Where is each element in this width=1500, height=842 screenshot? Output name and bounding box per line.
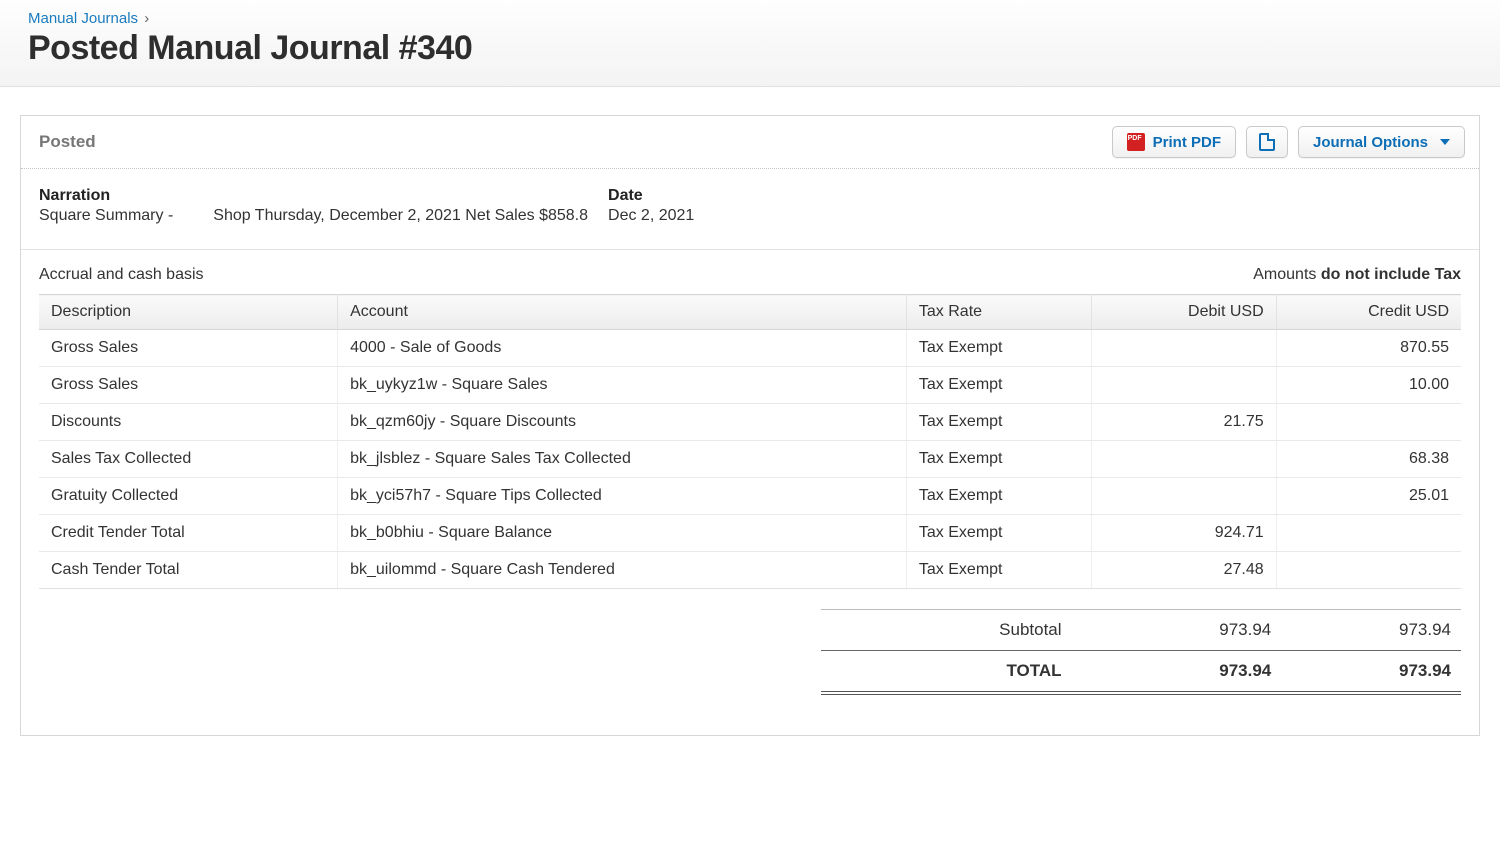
- narration-prefix: Square Summary -: [39, 207, 173, 225]
- col-credit: Credit USD: [1276, 295, 1461, 330]
- cell-description: Gratuity Collected: [39, 478, 338, 515]
- table-row: Cash Tender Totalbk_uilommd - Square Cas…: [39, 552, 1461, 589]
- cell-tax_rate: Tax Exempt: [906, 367, 1091, 404]
- cell-debit: [1091, 330, 1276, 367]
- panel-actions: Print PDF Journal Options: [1112, 126, 1465, 158]
- cell-debit: 27.48: [1091, 552, 1276, 589]
- col-description: Description: [39, 295, 338, 330]
- chevron-down-icon: [1440, 139, 1450, 145]
- cell-description: Cash Tender Total: [39, 552, 338, 589]
- cell-credit: 68.38: [1276, 441, 1461, 478]
- cell-account: bk_yci57h7 - Square Tips Collected: [338, 478, 907, 515]
- col-tax-rate: Tax Rate: [906, 295, 1091, 330]
- cell-credit: [1276, 552, 1461, 589]
- page-header: Manual Journals › Posted Manual Journal …: [0, 0, 1500, 87]
- cell-tax_rate: Tax Exempt: [906, 330, 1091, 367]
- totals-block: Subtotal 973.94 973.94 TOTAL 973.94 973.…: [39, 609, 1461, 695]
- subtotal-debit: 973.94: [1102, 610, 1282, 651]
- cell-tax_rate: Tax Exempt: [906, 441, 1091, 478]
- journal-panel: Posted Print PDF Journal Options Narrati…: [20, 115, 1480, 736]
- cell-credit: [1276, 404, 1461, 441]
- lines-table-wrap: Description Account Tax Rate Debit USD C…: [21, 294, 1479, 589]
- tax-note-bold: do not include Tax: [1321, 266, 1461, 283]
- table-row: Gratuity Collectedbk_yci57h7 - Square Ti…: [39, 478, 1461, 515]
- journal-options-label: Journal Options: [1313, 134, 1428, 151]
- table-header-row: Description Account Tax Rate Debit USD C…: [39, 295, 1461, 330]
- tax-note-prefix: Amounts: [1253, 266, 1321, 283]
- date-value: Dec 2, 2021: [608, 207, 694, 225]
- page-title: Posted Manual Journal #340: [28, 29, 1472, 68]
- cell-credit: 25.01: [1276, 478, 1461, 515]
- cell-account: bk_uykyz1w - Square Sales: [338, 367, 907, 404]
- cell-description: Gross Sales: [39, 330, 338, 367]
- date-block: Date Dec 2, 2021: [608, 187, 694, 225]
- table-row: Sales Tax Collectedbk_jlsblez - Square S…: [39, 441, 1461, 478]
- col-account: Account: [338, 295, 907, 330]
- basis-row: Accrual and cash basis Amounts do not in…: [21, 250, 1479, 294]
- total-row: TOTAL 973.94 973.94: [821, 651, 1461, 694]
- note-icon: [1259, 133, 1275, 151]
- cell-description: Credit Tender Total: [39, 515, 338, 552]
- col-debit: Debit USD: [1091, 295, 1276, 330]
- narration-detail: Shop Thursday, December 2, 2021 Net Sale…: [213, 207, 588, 225]
- breadcrumb: Manual Journals ›: [28, 10, 1472, 27]
- status-badge: Posted: [39, 132, 96, 152]
- lines-table: Description Account Tax Rate Debit USD C…: [39, 294, 1461, 589]
- cell-tax_rate: Tax Exempt: [906, 478, 1091, 515]
- journal-options-button[interactable]: Journal Options: [1298, 126, 1465, 158]
- subtotal-row: Subtotal 973.94 973.94: [821, 610, 1461, 651]
- pdf-icon: [1127, 133, 1145, 151]
- date-label: Date: [608, 187, 694, 205]
- cell-tax_rate: Tax Exempt: [906, 515, 1091, 552]
- cell-account: bk_qzm60jy - Square Discounts: [338, 404, 907, 441]
- cell-credit: 10.00: [1276, 367, 1461, 404]
- cell-description: Gross Sales: [39, 367, 338, 404]
- cell-description: Discounts: [39, 404, 338, 441]
- tax-note: Amounts do not include Tax: [1253, 266, 1461, 284]
- cell-description: Sales Tax Collected: [39, 441, 338, 478]
- subtotal-credit: 973.94: [1281, 610, 1461, 651]
- breadcrumb-separator: ›: [144, 10, 149, 27]
- cell-debit: [1091, 367, 1276, 404]
- panel-top-bar: Posted Print PDF Journal Options: [21, 116, 1479, 169]
- table-row: Credit Tender Totalbk_b0bhiu - Square Ba…: [39, 515, 1461, 552]
- cell-debit: [1091, 478, 1276, 515]
- totals-table: Subtotal 973.94 973.94 TOTAL 973.94 973.…: [821, 609, 1461, 695]
- cell-account: 4000 - Sale of Goods: [338, 330, 907, 367]
- total-label: TOTAL: [821, 651, 1102, 694]
- table-row: Gross Sales4000 - Sale of GoodsTax Exemp…: [39, 330, 1461, 367]
- cell-tax_rate: Tax Exempt: [906, 552, 1091, 589]
- print-pdf-button[interactable]: Print PDF: [1112, 126, 1236, 158]
- breadcrumb-parent-link[interactable]: Manual Journals: [28, 10, 138, 27]
- cell-debit: 21.75: [1091, 404, 1276, 441]
- meta-row: Narration Square Summary - Shop Thursday…: [21, 169, 1479, 250]
- table-row: Gross Salesbk_uykyz1w - Square SalesTax …: [39, 367, 1461, 404]
- cell-debit: 924.71: [1091, 515, 1276, 552]
- total-credit: 973.94: [1281, 651, 1461, 694]
- cell-tax_rate: Tax Exempt: [906, 404, 1091, 441]
- print-pdf-label: Print PDF: [1153, 134, 1221, 151]
- cell-account: bk_b0bhiu - Square Balance: [338, 515, 907, 552]
- total-debit: 973.94: [1102, 651, 1282, 694]
- basis-text: Accrual and cash basis: [39, 266, 204, 284]
- note-button[interactable]: [1246, 126, 1288, 158]
- subtotal-label: Subtotal: [821, 610, 1102, 651]
- narration-label: Narration: [39, 187, 173, 205]
- cell-credit: [1276, 515, 1461, 552]
- cell-account: bk_uilommd - Square Cash Tendered: [338, 552, 907, 589]
- cell-account: bk_jlsblez - Square Sales Tax Collected: [338, 441, 907, 478]
- table-row: Discountsbk_qzm60jy - Square DiscountsTa…: [39, 404, 1461, 441]
- cell-debit: [1091, 441, 1276, 478]
- narration-block: Narration Square Summary - Shop Thursday…: [39, 187, 588, 225]
- cell-credit: 870.55: [1276, 330, 1461, 367]
